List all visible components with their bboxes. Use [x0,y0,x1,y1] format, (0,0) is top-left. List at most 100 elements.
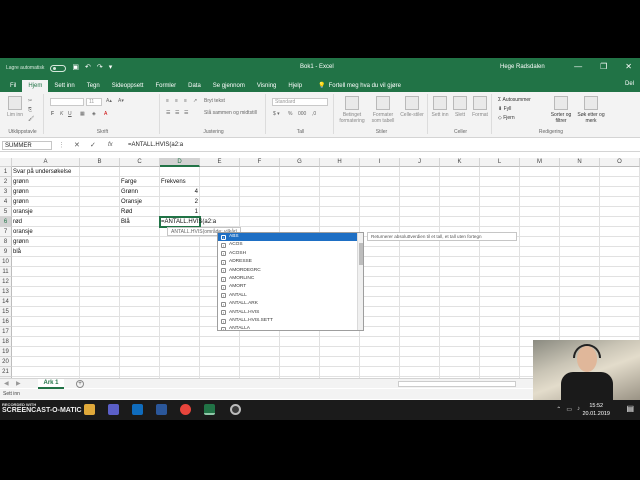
cell-a4[interactable]: grønn [12,197,132,207]
cell-a3[interactable]: grønn [12,187,132,197]
autosum-button[interactable]: Σ Autosummer [498,97,531,103]
close-button[interactable]: ✕ [625,62,632,71]
formula-input[interactable]: =ANTALL.HVIS(a2:a [128,141,183,150]
row-header-14[interactable]: 14 [0,297,12,307]
conditional-format-button[interactable]: Betinget formatering [336,96,368,124]
column-header-k[interactable]: K [440,158,480,167]
next-sheet-icon[interactable]: ▶ [16,380,21,387]
percent-icon[interactable]: % [288,111,292,117]
redo-icon[interactable]: ↷ [97,64,103,72]
save-icon[interactable]: ▣ [72,64,79,72]
restore-button[interactable]: ❐ [600,62,607,71]
column-header-h[interactable]: H [320,158,360,167]
row-header-18[interactable]: 18 [0,337,12,347]
tray-arrow-icon[interactable]: ⌃ [556,406,561,413]
align-center-icon[interactable]: ☰ [175,110,179,116]
copy-icon[interactable]: ⎘ [28,107,32,113]
row-header-7[interactable]: 7 [0,227,12,237]
tab-review[interactable]: Se gjennom [207,80,251,92]
cancel-formula-button[interactable]: ✕ [74,141,80,150]
row-header-16[interactable]: 16 [0,317,12,327]
insert-function-button[interactable]: fx [108,141,113,150]
network-icon[interactable]: ▭ [566,406,572,413]
font-color-icon[interactable]: A [104,111,107,117]
fill-color-icon[interactable]: ◈ [92,111,96,117]
delete-cells-button[interactable]: Slett [450,96,470,118]
cell-d2[interactable]: Frekvens [160,177,280,187]
file-explorer-icon[interactable] [84,404,95,415]
format-as-table-button[interactable]: Formater som tabell [368,96,398,124]
chrome-icon[interactable] [180,404,191,415]
row-header-17[interactable]: 17 [0,327,12,337]
column-header-i[interactable]: I [360,158,400,167]
tab-view[interactable]: Visning [251,80,283,92]
align-left-icon[interactable]: ☰ [166,110,170,116]
cell-d6[interactable]: =ANTALL.HVIS(a2:a [160,217,216,227]
merge-center-button[interactable]: Slå sammen og midtstill [204,110,257,116]
user-name[interactable]: Hege Radsdalen [500,64,545,70]
cut-icon[interactable]: ✂ [28,98,32,104]
column-header-d[interactable]: D [160,158,200,167]
row-header-13[interactable]: 13 [0,287,12,297]
autocomplete-item[interactable]: f ANTALL.HVIS [218,309,363,317]
cell-d5[interactable]: 1 [160,207,200,217]
row-header-12[interactable]: 12 [0,277,12,287]
autosave-toggle[interactable] [50,64,67,72]
align-right-icon[interactable]: ☰ [184,110,188,116]
horizontal-scrollbar[interactable] [398,381,516,387]
row-header-9[interactable]: 9 [0,247,12,257]
row-header-15[interactable]: 15 [0,307,12,317]
tab-insert[interactable]: Sett inn [48,80,80,92]
row-header-21[interactable]: 21 [0,367,12,377]
tab-draw[interactable]: Tegn [81,80,106,92]
font-size-select[interactable]: 11 [86,98,102,106]
insert-cells-button[interactable]: Sett inn [430,96,450,118]
column-header-n[interactable]: N [560,158,600,167]
column-header-m[interactable]: M [520,158,560,167]
orientation-icon[interactable]: ↗ [193,98,197,104]
font-name-select[interactable] [50,98,84,106]
column-header-j[interactable]: J [400,158,440,167]
wrap-text-button[interactable]: Bryt tekst [204,98,225,104]
cell-a9[interactable]: blå [12,247,132,257]
autocomplete-item[interactable]: f ANTALLA [218,325,363,330]
shrink-font-icon[interactable]: A▾ [118,98,124,104]
autocomplete-item[interactable]: f ADRESSE [218,258,363,266]
sort-filter-button[interactable]: Sorter og filtrer [546,96,576,124]
tab-home[interactable]: Hjem [22,80,49,92]
cell-a6[interactable]: rød [12,217,132,227]
tab-data[interactable]: Data [182,80,207,92]
cell-a8[interactable]: grønn [12,237,132,247]
autocomplete-item[interactable]: f ACOS [218,241,363,249]
tab-file[interactable]: Fil [4,80,22,92]
column-header-l[interactable]: L [480,158,520,167]
autocomplete-item[interactable]: f ACOSH [218,250,363,258]
screencast-app-icon[interactable] [230,404,241,415]
function-autocomplete-list[interactable]: f ABS f ACOS f ACOSH f ADRESSE f AMORDEGRC f AMORLI… [217,232,364,331]
autocomplete-item[interactable]: f ABS [218,233,363,242]
minimize-button[interactable]: — [574,62,582,71]
select-all-corner[interactable] [0,158,12,167]
row-header-20[interactable]: 20 [0,357,12,367]
row-header-4[interactable]: 4 [0,197,12,207]
tab-page-layout[interactable]: Sideoppsett [106,80,150,92]
row-header-5[interactable]: 5 [0,207,12,217]
teams-icon[interactable] [108,404,119,415]
align-bottom-icon[interactable]: ≡ [184,98,187,104]
paste-button[interactable]: Lim inn [5,96,25,118]
decimal-icon[interactable]: ,0 [312,111,316,117]
cell-d4[interactable]: 2 [160,197,200,207]
column-header-c[interactable]: C [120,158,160,167]
notifications-icon[interactable]: ▤ [626,404,634,415]
row-header-10[interactable]: 10 [0,257,12,267]
autocomplete-item[interactable]: f AMORLINC [218,275,363,283]
row-header-11[interactable]: 11 [0,267,12,277]
currency-icon[interactable]: $ ▾ [273,111,280,117]
sheet-tab-ark1[interactable]: Ark 1 [38,379,64,389]
autocomplete-item[interactable]: f AMORT [218,283,363,291]
enter-formula-button[interactable]: ✓ [90,141,96,150]
name-box[interactable]: SUMMER [2,141,52,150]
row-header-19[interactable]: 19 [0,347,12,357]
cell-a1[interactable]: Svar på undersøkelse [12,167,132,177]
number-format-select[interactable]: Standard [272,98,328,106]
